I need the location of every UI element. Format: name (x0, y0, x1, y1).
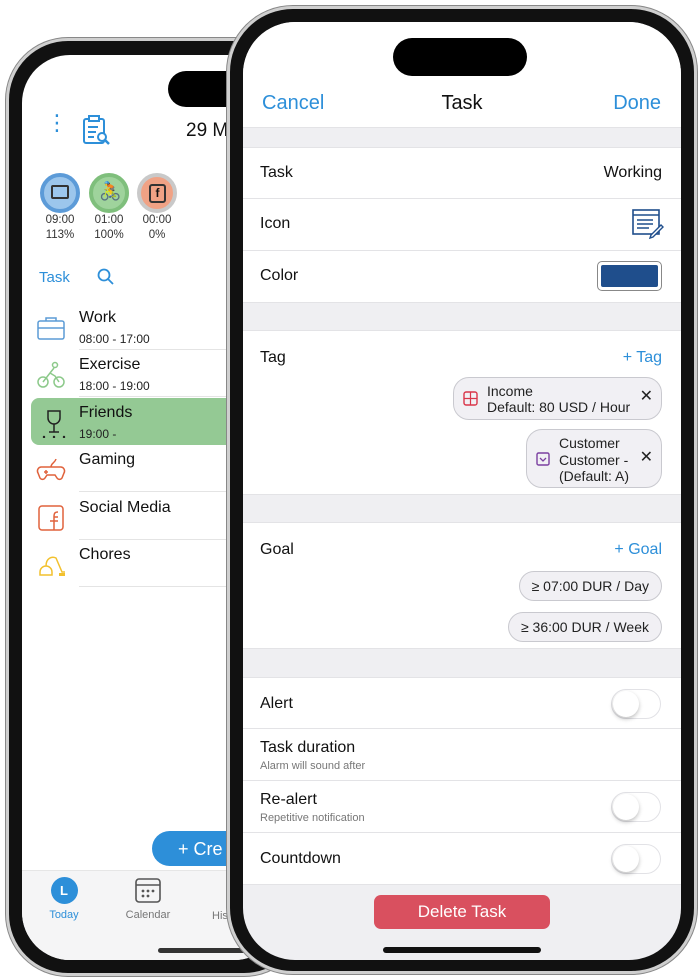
tab-history[interactable]: His (212, 910, 228, 922)
add-goal-button[interactable]: + Goal (614, 541, 662, 559)
summary-work-label: 09:00 113% (45, 214, 75, 241)
dynamic-island (393, 38, 527, 76)
facebook-icon: f (149, 184, 166, 203)
tab-calendar[interactable]: Calendar (116, 877, 180, 921)
vacuum-icon (39, 556, 65, 576)
task-item-chores[interactable]: Chores (22, 540, 262, 587)
search-icon[interactable] (97, 268, 115, 286)
calendar-icon (135, 878, 161, 903)
remove-tag-icon[interactable]: ✕ (640, 389, 653, 405)
countdown-toggle[interactable] (611, 844, 661, 874)
task-item-work[interactable]: Work 08:00 - 17:00 (22, 303, 262, 350)
calculator-icon (463, 391, 478, 406)
clipboard-search-icon[interactable] (82, 115, 112, 147)
task-item-social-media[interactable]: Social Media (22, 493, 262, 540)
goal-chip-week[interactable]: ≥ 36:00 DUR / Week (507, 612, 662, 642)
add-tag-button[interactable]: + Tag (623, 349, 662, 367)
color-swatch[interactable] (597, 261, 662, 291)
task-name-row[interactable]: Task Working (243, 147, 681, 199)
tab-today[interactable]: L Today (32, 877, 96, 921)
done-button[interactable]: Done (613, 92, 661, 115)
summary-exercise-circle[interactable]: 🚴 (89, 173, 129, 213)
alert-toggle[interactable] (611, 689, 661, 719)
summary-exercise-label: 01:00 100% (94, 214, 124, 241)
clock-icon: L (50, 877, 78, 904)
briefcase-icon (51, 185, 69, 199)
realert-row: Re-alert Repetitive notification (243, 781, 681, 833)
icon-row[interactable]: Icon (243, 199, 681, 251)
color-row[interactable]: Color (243, 251, 681, 303)
task-duration-row[interactable]: Task duration Alarm will sound after (243, 729, 681, 781)
facebook-icon (38, 505, 64, 531)
right-phone-screen: Cancel Task Done Task Working Icon Color… (243, 22, 681, 960)
bicycle-icon: 🚴 (99, 181, 122, 201)
wine-glass-icon (42, 410, 66, 438)
dropdown-box-icon (536, 452, 550, 466)
task-name-value[interactable]: Working (604, 164, 662, 182)
home-indicator (158, 948, 248, 953)
goal-chip-day[interactable]: ≥ 07:00 DUR / Day (518, 571, 662, 601)
home-indicator (383, 947, 541, 953)
briefcase-icon (37, 317, 65, 340)
summary-social-label: 00:00 0% (142, 214, 172, 241)
more-menu-icon[interactable]: ⋮ (46, 112, 68, 134)
task-item-gaming[interactable]: Gaming (22, 445, 262, 492)
goal-section: Goal + Goal ≥ 07:00 DUR / Day ≥ 36:00 DU… (243, 522, 681, 649)
countdown-row: Countdown (243, 833, 681, 885)
summary-work-circle[interactable] (40, 173, 80, 213)
remove-tag-icon[interactable]: ✕ (640, 449, 653, 467)
bicycle-icon (37, 361, 65, 388)
realert-toggle[interactable] (611, 792, 661, 822)
delete-task-button[interactable]: Delete Task (374, 895, 550, 929)
summary-social-circle[interactable]: f (137, 173, 177, 213)
nav-bar: Cancel Task Done (243, 22, 681, 128)
task-section-label[interactable]: Task (39, 269, 70, 286)
tag-chip-customer[interactable]: Customer Customer - (Default: A) ✕ (526, 429, 662, 488)
tag-section: Tag + Tag Income Default: 80 USD / Hour ✕… (243, 330, 681, 495)
task-item-exercise[interactable]: Exercise 18:00 - 19:00 (22, 350, 262, 397)
alert-row: Alert (243, 677, 681, 729)
date-title: 29 M (186, 120, 229, 141)
gamepad-icon (36, 458, 66, 481)
tag-chip-income[interactable]: Income Default: 80 USD / Hour ✕ (453, 377, 662, 420)
notes-edit-icon[interactable] (631, 207, 665, 241)
